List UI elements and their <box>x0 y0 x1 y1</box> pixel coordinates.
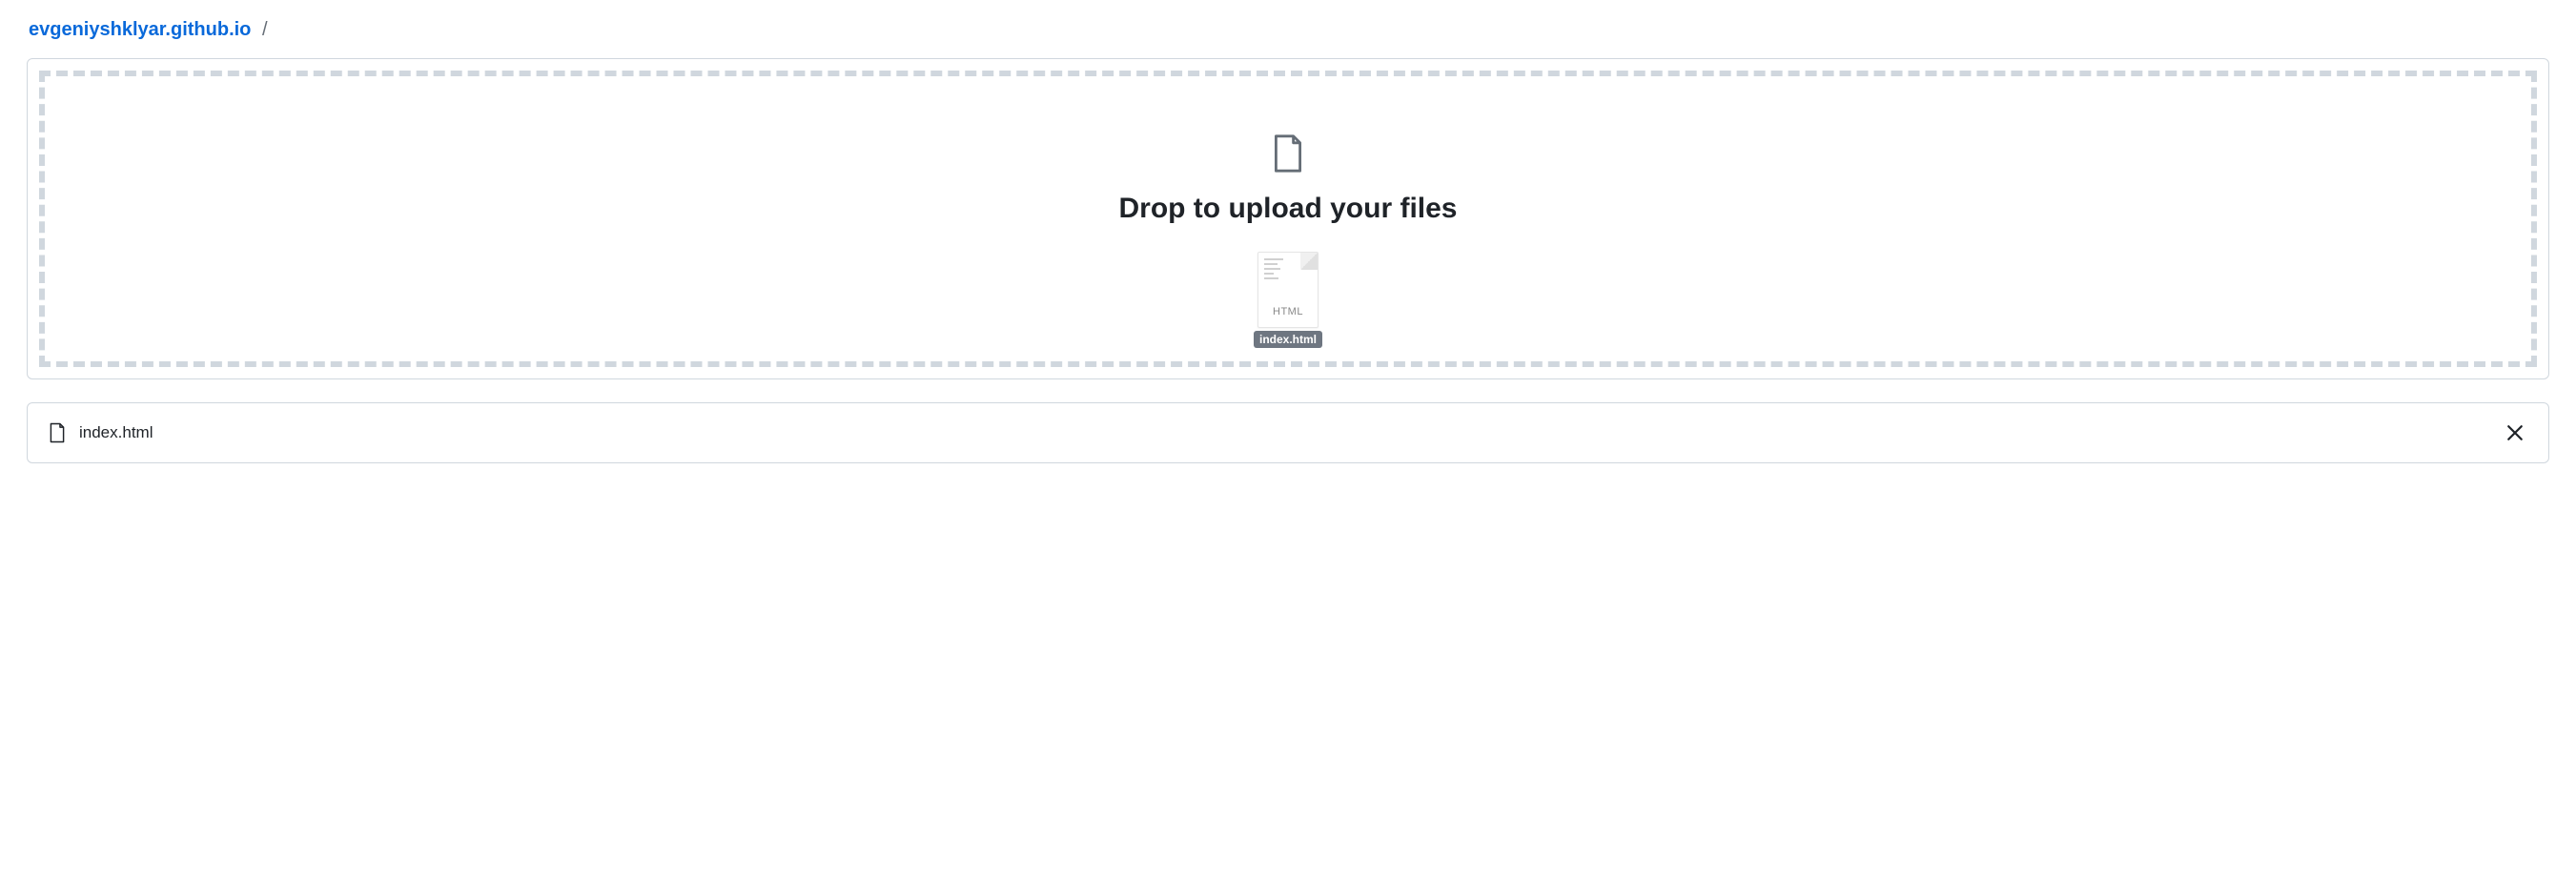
file-icon <box>49 422 66 443</box>
dropzone-message: Drop to upload your files <box>1118 193 1457 225</box>
file-name: index.html <box>79 423 2489 442</box>
uploaded-files-list: index.html <box>27 402 2549 463</box>
file-icon <box>1272 133 1304 174</box>
dropzone-inner: Drop to upload your files HTML index.htm… <box>39 71 2537 367</box>
dragged-file-name: index.html <box>1254 331 1322 348</box>
breadcrumb: evgeniyshklyar.github.io / <box>27 19 2549 41</box>
dragged-file-type: HTML <box>1273 306 1303 317</box>
repo-link[interactable]: evgeniyshklyar.github.io <box>29 19 251 40</box>
dragged-file-preview: HTML index.html <box>1254 252 1322 348</box>
dragged-file-thumbnail: HTML <box>1257 252 1319 328</box>
remove-file-button[interactable] <box>2503 420 2527 445</box>
breadcrumb-separator: / <box>262 19 268 40</box>
close-icon <box>2506 424 2524 441</box>
upload-dropzone[interactable]: Drop to upload your files HTML index.htm… <box>27 58 2549 379</box>
file-row: index.html <box>28 403 2548 462</box>
